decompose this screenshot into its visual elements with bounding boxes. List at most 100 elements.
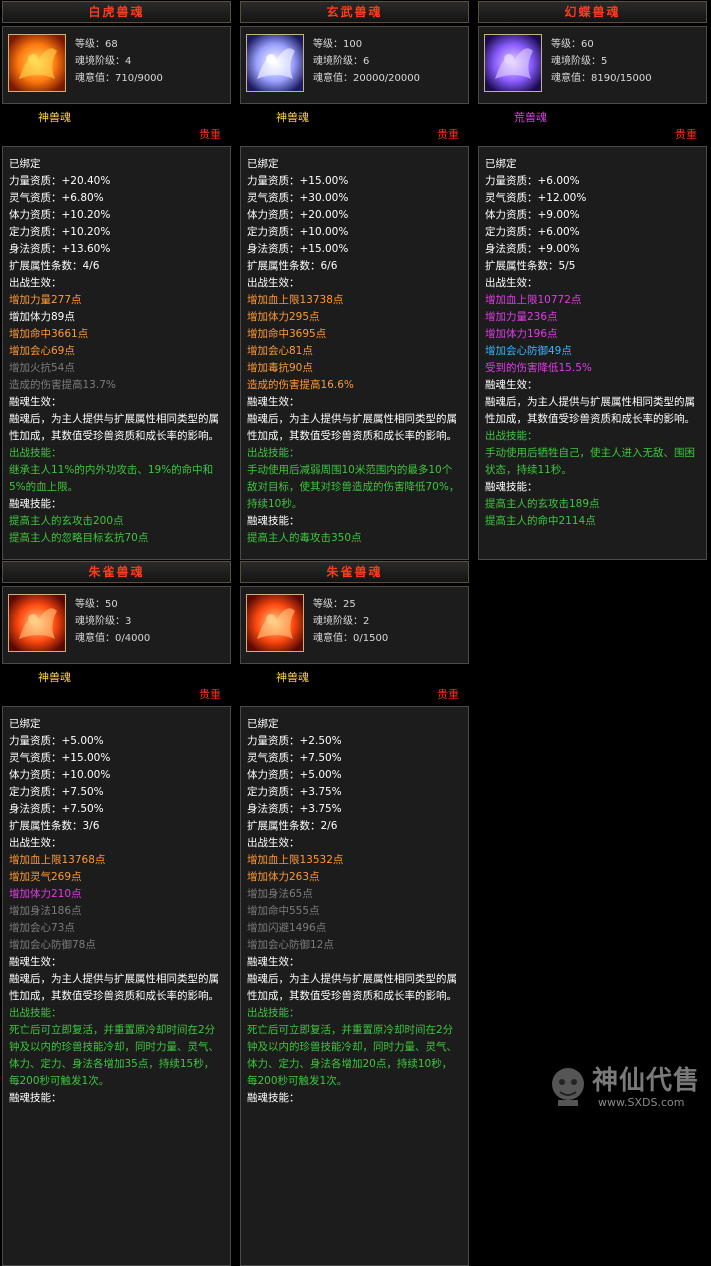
fusion-description: 融魂后，为主人提供与扩展属性相同类型的属性加成，其数值受珍兽资质和成长率的影响。	[247, 973, 457, 1002]
bonus-line: 增加命中3695点	[247, 328, 327, 340]
soul-type-label: 荒兽魂	[514, 111, 547, 124]
bonus-line: 增加体力89点	[9, 311, 75, 323]
level-stat: 等级：50	[75, 599, 118, 610]
attribute-line: 灵气资质：+15.00%	[9, 752, 111, 764]
realm-stat: 魂境阶级：6	[313, 56, 370, 67]
bonus-line: 增加会心69点	[9, 345, 75, 357]
soul-title: 白虎兽魂	[2, 1, 231, 23]
grade-label: 贵重	[437, 688, 459, 701]
bonus-line: 增加体力210点	[9, 888, 82, 900]
bonus-line: 增加体力263点	[247, 871, 320, 883]
phantom-butterfly-soul-icon[interactable]	[484, 34, 542, 92]
info-panel: 等级：100 魂境阶级：6 魂意值：20000/20000	[240, 26, 469, 104]
bonus-line: 增加闪避1496点	[247, 922, 327, 934]
ext-count: 扩展属性条数：2/6	[247, 820, 338, 832]
fusion-skill-line: 提高主人的忽略目标玄抗70点	[9, 532, 149, 544]
battle-effect-label: 出战生效：	[247, 837, 300, 849]
rarity-area: 神兽魂 贵重	[240, 664, 469, 704]
bonus-line: 增加会心73点	[9, 922, 75, 934]
bonus-line: 增加命中555点	[247, 905, 320, 917]
grade-label: 贵重	[199, 128, 221, 141]
watermark-text: 神仙代售	[592, 1066, 701, 1096]
attribute-line: 体力资质：+20.00%	[247, 209, 349, 221]
bonus-line: 增加血上限13768点	[9, 854, 106, 866]
vermilion-bird-soul-icon[interactable]	[8, 594, 66, 652]
attribute-line: 定力资质：+3.75%	[247, 786, 342, 798]
soul-card[interactable]: 幻蝶兽魂 等级：60 魂境阶级：5 魂意值：8190/15000 荒兽魂 贵重 已绑定 力量资…	[476, 0, 709, 560]
attribute-line: 力量资质：+5.00%	[9, 735, 104, 747]
vermilion-bird-soul-icon[interactable]	[246, 594, 304, 652]
fusion-skill-label: 融魂技能：	[9, 1092, 62, 1104]
ext-count: 扩展属性条数：4/6	[9, 260, 100, 272]
fusion-description: 融魂后，为主人提供与扩展属性相同类型的属性加成，其数值受珍兽资质和成长率的影响。	[247, 413, 457, 442]
realm-stat: 魂境阶级：5	[551, 56, 608, 67]
rarity-area: 荒兽魂 贵重	[478, 104, 707, 144]
details-panel: 已绑定力量资质：+5.00% 灵气资质：+15.00% 体力资质：+10.00% 定力…	[2, 706, 231, 1266]
attribute-line: 力量资质：+2.50%	[247, 735, 342, 747]
bonus-line: 增加力量236点	[485, 311, 558, 323]
battle-skill-label: 出战技能：	[9, 1007, 62, 1019]
attribute-line: 定力资质：+7.50%	[9, 786, 104, 798]
attribute-line: 灵气资质：+6.80%	[9, 192, 104, 204]
watermark-url: www.SXDS.com	[598, 1096, 685, 1109]
soul-type-label: 神兽魂	[38, 671, 71, 684]
will-stat: 魂意值：710/9000	[75, 73, 163, 84]
battle-effect-label: 出战生效：	[9, 837, 62, 849]
bonus-line: 增加毒抗90点	[247, 362, 313, 374]
bonus-line: 增加体力295点	[247, 311, 320, 323]
rarity-area: 神兽魂 贵重	[2, 104, 231, 144]
attribute-line: 身法资质：+9.00%	[485, 243, 580, 255]
realm-stat: 魂境阶级：4	[75, 56, 132, 67]
attribute-line: 力量资质：+20.40%	[9, 175, 111, 187]
attribute-line: 体力资质：+5.00%	[247, 769, 342, 781]
attribute-line: 力量资质：+6.00%	[485, 175, 580, 187]
soul-card[interactable]: 朱雀兽魂 等级：50 魂境阶级：3 魂意值：0/4000 神兽魂 贵重 已绑定 力量资质：+5…	[0, 560, 233, 1266]
bonus-line: 增加体力196点	[485, 328, 558, 340]
fusion-effect-label: 融魂生效：	[485, 379, 538, 391]
rarity-area: 神兽魂 贵重	[240, 104, 469, 144]
bound-status: 已绑定	[9, 718, 41, 730]
soul-card[interactable]: 朱雀兽魂 等级：25 魂境阶级：2 魂意值：0/1500 神兽魂 贵重 已绑定 力量资质：+2…	[238, 560, 471, 1266]
attribute-line: 灵气资质：+12.00%	[485, 192, 587, 204]
bonus-line: 增加身法186点	[9, 905, 82, 917]
realm-stat: 魂境阶级：2	[313, 616, 370, 627]
details-panel: 已绑定 力量资质：+20.40% 灵气资质：+6.80% 体力资质：+10.20% 定力…	[2, 146, 231, 560]
bonus-line: 增加会心81点	[247, 345, 313, 357]
attribute-line: 灵气资质：+30.00%	[247, 192, 349, 204]
battle-skill-label: 出战技能：	[9, 447, 62, 459]
grade-label: 贵重	[437, 128, 459, 141]
bonus-line: 增加命中3661点	[9, 328, 89, 340]
bound-status: 已绑定	[247, 718, 279, 730]
white-tiger-soul-icon[interactable]	[8, 34, 66, 92]
bonus-line: 造成的伤害提高13.7%	[9, 379, 116, 391]
details-panel: 已绑定 力量资质：+6.00% 灵气资质：+12.00% 体力资质：+9.00% 定力资…	[478, 146, 707, 560]
mascot-logo-icon	[552, 1068, 584, 1106]
bonus-line: 造成的伤害提高16.6%	[247, 379, 354, 391]
fusion-description: 融魂后，为主人提供与扩展属性相同类型的属性加成，其数值受珍兽资质和成长率的影响。	[9, 413, 219, 442]
bonus-line: 受到的伤害降低15.5%	[485, 362, 592, 374]
fusion-effect-label: 融魂生效：	[9, 956, 62, 968]
ext-count: 扩展属性条数：5/5	[485, 260, 576, 272]
bonus-line: 增加血上限10772点	[485, 294, 582, 306]
bonus-line: 增加血上限13738点	[247, 294, 344, 306]
rarity-area: 神兽魂 贵重	[2, 664, 231, 704]
soul-card[interactable]: 白虎兽魂 等级：68 魂境阶级：4 魂意值：710/9000 神兽魂 贵重 已绑定 力量资质：…	[0, 0, 233, 560]
details-panel: 已绑定 力量资质：+15.00% 灵气资质：+30.00% 体力资质：+20.00% 定…	[240, 146, 469, 560]
black-tortoise-soul-icon[interactable]	[246, 34, 304, 92]
fusion-effect-label: 融魂生效：	[9, 396, 62, 408]
level-stat: 等级：25	[313, 599, 356, 610]
fusion-skill-line: 提高主人的毒攻击350点	[247, 532, 362, 544]
fusion-skill-line: 提高主人的命中2114点	[485, 515, 596, 527]
bonus-line: 增加身法65点	[247, 888, 313, 900]
will-stat: 魂意值：0/1500	[313, 633, 389, 644]
bonus-line: 增加血上限13532点	[247, 854, 344, 866]
will-stat: 魂意值：0/4000	[75, 633, 151, 644]
attribute-line: 身法资质：+3.75%	[247, 803, 342, 815]
bonus-line: 增加火抗54点	[9, 362, 75, 374]
fusion-skill-label: 融魂技能：	[247, 1092, 300, 1104]
bound-status: 已绑定	[247, 158, 279, 170]
attribute-line: 体力资质：+10.00%	[9, 769, 111, 781]
soul-card[interactable]: 玄武兽魂 等级：100 魂境阶级：6 魂意值：20000/20000 神兽魂 贵重 已绑定力…	[238, 0, 471, 560]
ext-count: 扩展属性条数：6/6	[247, 260, 338, 272]
fusion-description: 融魂后，为主人提供与扩展属性相同类型的属性加成，其数值受珍兽资质和成长率的影响。	[485, 396, 695, 425]
